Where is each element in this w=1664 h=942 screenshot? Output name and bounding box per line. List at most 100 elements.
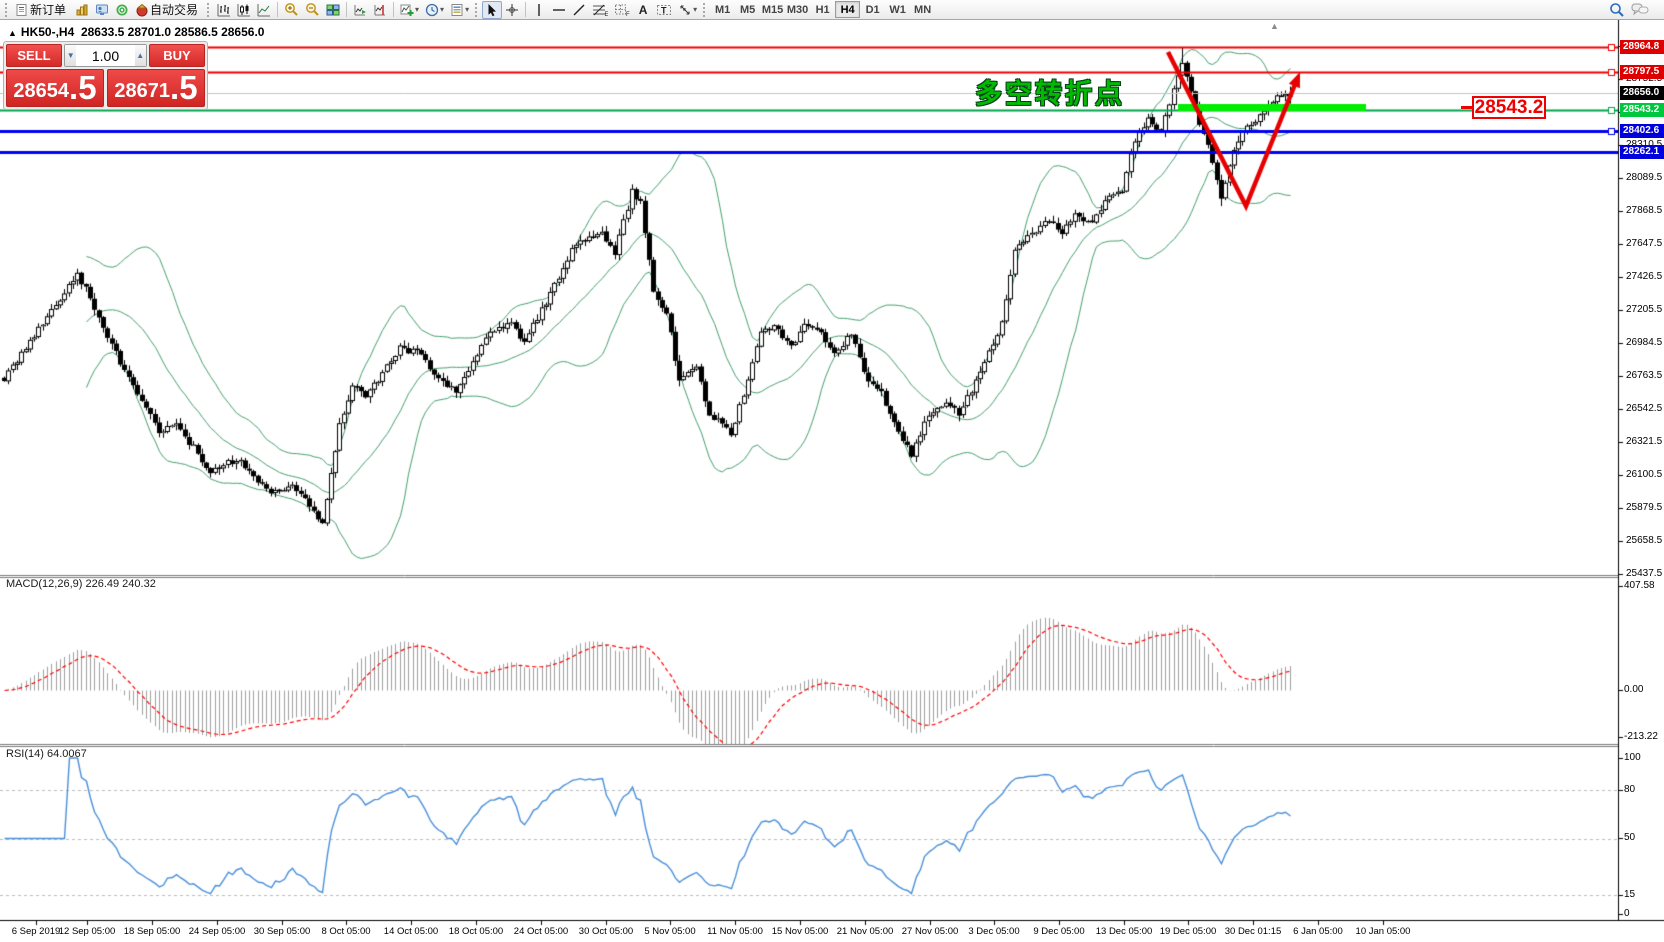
toolbar-separator: [346, 2, 347, 17]
time-axis-label: 10 Jan 05:00: [1356, 926, 1411, 937]
chat-button[interactable]: [1628, 1, 1652, 19]
chat-icon: [1631, 2, 1649, 17]
tab-timeframe-mn[interactable]: MN: [910, 1, 935, 18]
grid-button[interactable]: F: [611, 1, 633, 19]
chevron-down-icon: ▾: [415, 5, 419, 14]
price-tick-label: 27205.5: [1626, 304, 1662, 315]
price-tick-label: 26542.5: [1626, 403, 1662, 414]
text-label-button[interactable]: T: [653, 1, 675, 19]
auto-scroll-button[interactable]: [350, 1, 370, 19]
tab-timeframe-h1[interactable]: H1: [810, 1, 835, 18]
fibonacci-button[interactable]: E: [589, 1, 611, 19]
tab-timeframe-m15[interactable]: M15: [760, 1, 785, 18]
price-tick-label: 27868.5: [1626, 205, 1662, 216]
vertical-line-button[interactable]: [529, 1, 549, 19]
toolbar-grip[interactable]: [207, 3, 211, 17]
price-tag-annotation[interactable]: 28543.2: [1472, 96, 1546, 119]
volume-input[interactable]: [76, 45, 134, 66]
time-axis-label: 5 Nov 05:00: [644, 926, 695, 937]
symbol-period: HK50-,H4: [21, 25, 74, 39]
charts-button[interactable]: [72, 1, 92, 19]
search-button[interactable]: [1606, 1, 1628, 19]
candle-chart-type-button[interactable]: [234, 1, 254, 19]
periods-button[interactable]: ▾: [422, 1, 447, 19]
collapse-triangle-icon[interactable]: ▲: [8, 28, 17, 38]
editor-icon: [95, 3, 109, 17]
indicator-axis-label: 80: [1624, 784, 1635, 795]
zoom-out-button[interactable]: [302, 1, 323, 19]
indicator-axis-label: -213.22: [1624, 731, 1658, 742]
toolbar-grip[interactable]: [475, 3, 479, 17]
new-order-icon: [15, 3, 29, 17]
templates-icon: [450, 3, 464, 17]
price-line-badge: 28656.0: [1620, 86, 1664, 100]
autotrading-label: 自动交易: [150, 1, 198, 18]
tab-timeframe-m1[interactable]: M1: [710, 1, 735, 18]
price-tick-label: 26984.5: [1626, 337, 1662, 348]
price-line-badge: 28262.1: [1620, 145, 1664, 159]
time-axis-label: 13 Dec 05:00: [1096, 926, 1153, 937]
svg-text:T: T: [661, 5, 667, 15]
time-axis-label: 27 Nov 05:00: [902, 926, 959, 937]
periods-icon: [425, 3, 439, 17]
text-label-icon: T: [656, 3, 672, 17]
volume-increase-button[interactable]: ▲: [135, 45, 146, 66]
price-tick-label: 25658.5: [1626, 535, 1662, 546]
indicator-axis-label: 0.00: [1624, 684, 1643, 695]
time-axis-label: 3 Dec 05:00: [968, 926, 1019, 937]
macd-pane-label: MACD(12,26,9) 226.49 240.32: [6, 578, 156, 590]
buy-button[interactable]: BUY: [149, 44, 205, 67]
line-chart-type-icon: [257, 3, 271, 17]
chart-canvas[interactable]: [0, 20, 1664, 942]
market-watch-icon: [115, 3, 129, 17]
text-button[interactable]: A: [633, 1, 653, 19]
metaeditor-button[interactable]: [92, 1, 112, 19]
bar-chart-type-icon: [217, 3, 231, 17]
volume-decrease-button[interactable]: ▼: [65, 45, 76, 66]
new-order-button[interactable]: 新订单: [12, 1, 72, 19]
ohlc-values: 28633.5 28701.0 28586.5 28656.0: [81, 25, 265, 39]
sell-button[interactable]: SELL: [6, 44, 62, 67]
trendline-button[interactable]: [569, 1, 589, 19]
arrows-button[interactable]: ▾: [675, 1, 700, 19]
toolbar-grip[interactable]: [703, 3, 707, 17]
templates-button[interactable]: ▾: [447, 1, 472, 19]
autotrading-icon: [135, 3, 149, 17]
tab-timeframe-d1[interactable]: D1: [860, 1, 885, 18]
price-tick-label: 28089.5: [1626, 172, 1662, 183]
crosshair-button[interactable]: [502, 1, 522, 19]
sell-price[interactable]: 28654.5: [6, 69, 104, 107]
time-axis-label: 24 Oct 05:00: [514, 926, 568, 937]
price-tick-label: 27426.5: [1626, 271, 1662, 282]
indicators-button[interactable]: ▾: [397, 1, 422, 19]
toolbar-grip[interactable]: [5, 3, 9, 17]
tab-timeframe-h4[interactable]: H4: [835, 1, 860, 18]
tab-timeframe-m30[interactable]: M30: [785, 1, 810, 18]
horizontal-line-button[interactable]: [549, 1, 569, 19]
rsi-pane-label: RSI(14) 64.0067: [6, 748, 87, 760]
bar-chart-type-button[interactable]: [214, 1, 234, 19]
trendline-icon: [572, 3, 586, 17]
buy-price-main: 28671: [114, 78, 170, 104]
market-watch-button[interactable]: [112, 1, 132, 19]
toolbar-separator: [393, 2, 394, 17]
cursor-button[interactable]: [482, 1, 502, 19]
text-icon: A: [639, 3, 648, 17]
scroll-marker-icon[interactable]: ▲: [1270, 21, 1279, 31]
turning-point-annotation[interactable]: 多空转折点: [975, 72, 1125, 111]
indicator-axis-label: 50: [1624, 832, 1635, 843]
chart-shift-button[interactable]: [370, 1, 390, 19]
chart-title: ▲ HK50-,H4 28633.5 28701.0 28586.5 28656.…: [8, 25, 264, 39]
zoom-in-button[interactable]: [281, 1, 302, 19]
tab-timeframe-w1[interactable]: W1: [885, 1, 910, 18]
autotrading-button[interactable]: 自动交易: [132, 1, 204, 19]
line-chart-type-button[interactable]: [254, 1, 274, 19]
tile-windows-button[interactable]: [323, 1, 343, 19]
horizontal-line-icon: [552, 4, 566, 16]
chevron-down-icon: ▾: [440, 5, 444, 14]
price-tag-connector: [1461, 106, 1472, 109]
buy-price[interactable]: 28671.5: [107, 69, 205, 107]
tab-timeframe-m5[interactable]: M5: [735, 1, 760, 18]
indicator-axis-label: 15: [1624, 889, 1635, 900]
cursor-icon: [486, 3, 498, 17]
